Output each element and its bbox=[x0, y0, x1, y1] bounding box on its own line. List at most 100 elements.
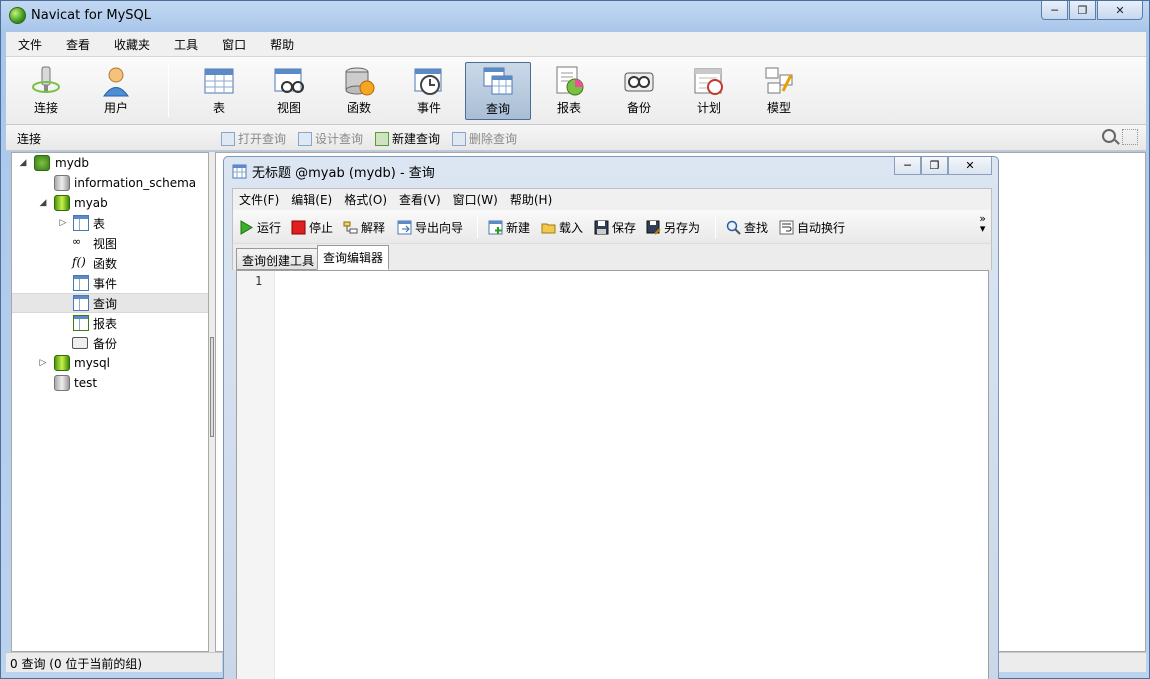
menu-help[interactable]: 帮助 bbox=[258, 36, 306, 53]
toolbar-separator bbox=[715, 216, 716, 238]
delete-query-label: 删除查询 bbox=[469, 132, 518, 146]
stop-icon bbox=[291, 220, 306, 235]
restore-icon: ❐ bbox=[929, 159, 940, 172]
close-button[interactable]: ✕ bbox=[1097, 1, 1143, 20]
menu-bar: 文件 查看 收藏夹 工具 窗口 帮助 bbox=[6, 32, 1146, 57]
new-button[interactable]: 新建 bbox=[488, 219, 530, 236]
report-icon bbox=[73, 315, 89, 331]
expand-arrow-icon[interactable]: ▷ bbox=[58, 218, 68, 228]
query-close-button[interactable]: ✕ bbox=[948, 157, 992, 175]
run-button[interactable]: 运行 bbox=[239, 219, 281, 236]
search-icon[interactable] bbox=[1102, 129, 1116, 143]
menu-tools[interactable]: 工具 bbox=[162, 36, 210, 53]
query-minimize-button[interactable]: ─ bbox=[894, 157, 921, 175]
tree-node-events[interactable]: 事件 bbox=[12, 273, 208, 293]
tree-label: 备份 bbox=[93, 336, 118, 351]
backup-icon bbox=[623, 65, 655, 97]
table-button[interactable]: 表 bbox=[186, 62, 252, 120]
delete-query-icon bbox=[452, 131, 466, 146]
tree-node-queries[interactable]: 查询 bbox=[12, 293, 208, 313]
schedule-button[interactable]: 计划 bbox=[676, 62, 742, 120]
query-button[interactable]: 查询 bbox=[465, 62, 531, 120]
function-icon: f() bbox=[72, 255, 86, 269]
splitter-handle[interactable] bbox=[210, 337, 214, 437]
stop-button[interactable]: 停止 bbox=[291, 219, 333, 236]
title-bar[interactable]: Navicat for MySQL ─ ❐ ✕ bbox=[1, 1, 1149, 31]
query-restore-button[interactable]: ❐ bbox=[921, 157, 948, 175]
tree-node-functions[interactable]: f() 函数 bbox=[12, 253, 208, 273]
folder-icon bbox=[541, 220, 556, 235]
word-wrap-button[interactable]: 自动换行 bbox=[779, 219, 845, 236]
status-bar: 0 查询 (0 位于当前的组) bbox=[6, 652, 222, 672]
save-button[interactable]: 保存 bbox=[594, 219, 636, 236]
play-icon bbox=[239, 220, 254, 235]
tree-label: information_schema bbox=[74, 176, 197, 190]
explain-button[interactable]: 解释 bbox=[343, 219, 385, 236]
menu-file[interactable]: 文件 bbox=[6, 36, 54, 53]
tree-connection-mydb[interactable]: ◢ mydb bbox=[12, 153, 208, 173]
tree-node-views[interactable]: ∞ 视图 bbox=[12, 233, 208, 253]
tree-node-tables[interactable]: ▷ 表 bbox=[12, 213, 208, 233]
tree-label: 报表 bbox=[93, 316, 118, 331]
tab-query-builder[interactable]: 查询创建工具 bbox=[236, 248, 321, 270]
toolbar-overflow-button[interactable]: » ▾ bbox=[979, 213, 986, 234]
event-icon bbox=[73, 275, 89, 291]
close-icon: ✕ bbox=[965, 159, 975, 172]
report-button[interactable]: 报表 bbox=[536, 62, 602, 120]
query-menu-format[interactable]: 格式(O) bbox=[338, 191, 393, 208]
delete-query-button[interactable]: 删除查询 bbox=[452, 130, 517, 147]
menu-window[interactable]: 窗口 bbox=[210, 36, 258, 53]
tab-query-editor[interactable]: 查询编辑器 bbox=[317, 245, 390, 270]
query-menu-view[interactable]: 查看(V) bbox=[393, 191, 447, 208]
find-button[interactable]: 查找 bbox=[726, 219, 768, 236]
export-wizard-label: 导出向导 bbox=[415, 221, 464, 235]
sql-editor[interactable]: 1 bbox=[236, 270, 989, 679]
connection-button[interactable]: 连接 bbox=[13, 62, 79, 120]
find-label: 查找 bbox=[744, 221, 769, 235]
function-button[interactable]: 函数 bbox=[326, 62, 392, 120]
tree-node-reports[interactable]: 报表 bbox=[12, 313, 208, 333]
query-icon bbox=[73, 295, 89, 311]
query-menu-help[interactable]: 帮助(H) bbox=[504, 191, 558, 208]
open-query-label: 打开查询 bbox=[238, 132, 287, 146]
new-query-button[interactable]: 新建查询 bbox=[375, 130, 440, 147]
backup-label: 备份 bbox=[626, 101, 651, 115]
tree-node-backups[interactable]: 备份 bbox=[12, 333, 208, 353]
view-button[interactable]: 视图 bbox=[256, 62, 322, 120]
restore-button[interactable]: ❐ bbox=[1069, 1, 1096, 20]
line-number: 1 bbox=[255, 274, 263, 288]
grid-view-icon[interactable] bbox=[1122, 129, 1138, 145]
open-query-button[interactable]: 打开查询 bbox=[221, 130, 286, 147]
expand-arrow-icon[interactable]: ▷ bbox=[38, 358, 48, 368]
backup-icon bbox=[72, 337, 88, 349]
tree-db-information-schema[interactable]: information_schema bbox=[12, 173, 208, 193]
design-query-button[interactable]: 设计查询 bbox=[298, 130, 363, 147]
model-label: 模型 bbox=[766, 101, 791, 115]
main-window: Navicat for MySQL ─ ❐ ✕ 文件 查看 收藏夹 工具 窗口 … bbox=[0, 0, 1150, 679]
query-window-titlebar[interactable]: 无标题 @myab (mydb) - 查询 bbox=[232, 162, 435, 181]
menu-view[interactable]: 查看 bbox=[54, 36, 102, 53]
minimize-button[interactable]: ─ bbox=[1041, 1, 1068, 20]
query-menu-edit[interactable]: 编辑(E) bbox=[285, 191, 338, 208]
export-wizard-button[interactable]: 导出向导 bbox=[397, 219, 463, 236]
tree-db-mysql[interactable]: ▷ mysql bbox=[12, 353, 208, 373]
collapse-arrow-icon[interactable]: ◢ bbox=[18, 158, 28, 168]
collapse-arrow-icon[interactable]: ◢ bbox=[38, 198, 48, 208]
tree-db-myab[interactable]: ◢ myab bbox=[12, 193, 208, 213]
menu-favorites[interactable]: 收藏夹 bbox=[102, 36, 162, 53]
connection-icon bbox=[34, 155, 50, 171]
model-button[interactable]: 模型 bbox=[746, 62, 812, 120]
backup-button[interactable]: 备份 bbox=[606, 62, 672, 120]
user-button[interactable]: 用户 bbox=[83, 62, 149, 120]
event-button[interactable]: 事件 bbox=[396, 62, 462, 120]
user-label: 用户 bbox=[103, 101, 128, 115]
query-toolbar: 运行 停止 解释 导出向导 新建 载入 保存 另存为 查找 自动换行 » ▾ bbox=[232, 210, 992, 244]
query-menu-file[interactable]: 文件(F) bbox=[233, 191, 285, 208]
database-icon bbox=[54, 375, 70, 391]
tree-db-test[interactable]: test bbox=[12, 373, 208, 393]
status-bar-right bbox=[997, 652, 1146, 672]
tree-label: 视图 bbox=[93, 236, 118, 251]
load-button[interactable]: 载入 bbox=[541, 219, 583, 236]
save-as-button[interactable]: 另存为 bbox=[646, 219, 700, 236]
query-menu-window[interactable]: 窗口(W) bbox=[447, 191, 504, 208]
